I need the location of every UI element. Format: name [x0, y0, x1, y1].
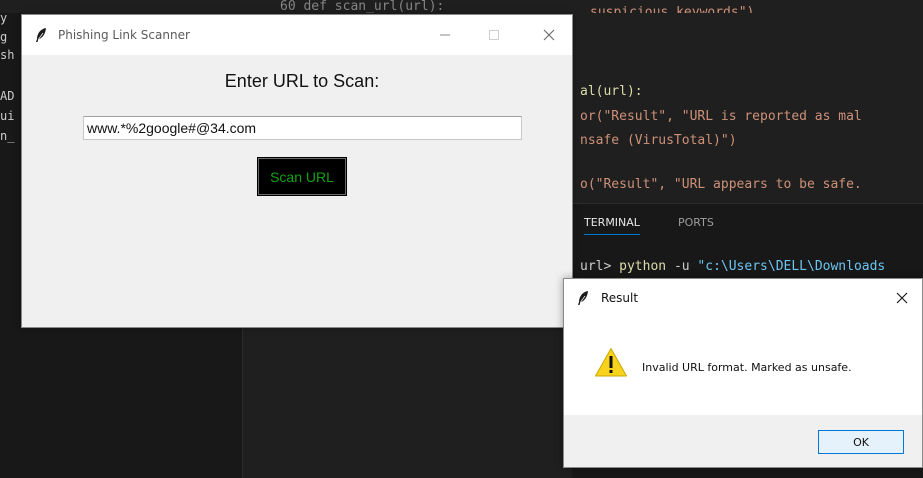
editor-code-fragment: 60 def scan_url(url): [280, 0, 445, 13]
ok-button[interactable]: OK [818, 430, 904, 454]
editor-top-strip: 60 def scan_url(url): suspicious_keyword… [0, 0, 923, 20]
dialog-close-button[interactable] [882, 279, 922, 317]
terminal-flag: -u [673, 259, 690, 274]
code-view: al(url): or("Result", "URL is reported a… [572, 13, 923, 203]
close-icon [543, 29, 555, 41]
code-text: or("Result", "URL is reported as mal [580, 109, 862, 124]
close-icon [896, 292, 908, 304]
dialog-message: Invalid URL format. Marked as unsafe. [642, 361, 852, 374]
code-line: al(url): [580, 83, 643, 101]
tab-ports[interactable]: PORTS [678, 216, 714, 229]
sidebar-text: n_ [0, 129, 15, 143]
code-line: or("Result", "URL is reported as mal [580, 108, 862, 126]
terminal-command: python [619, 259, 667, 274]
window-title: Phishing Link Scanner [58, 28, 190, 42]
dialog-titlebar[interactable]: Result [564, 279, 922, 317]
url-input[interactable] [83, 116, 522, 140]
close-button[interactable] [526, 15, 572, 55]
explorer-sidebar-bottom [0, 328, 243, 478]
tab-terminal[interactable]: TERMINAL [584, 216, 640, 235]
maximize-button[interactable] [471, 15, 517, 55]
terminal-prompt: url> [580, 259, 612, 274]
sidebar-text: g [0, 30, 8, 44]
sidebar-text: AD [0, 89, 15, 103]
code-line: nsafe (VirusTotal)") [580, 132, 737, 150]
sidebar-text: y [0, 11, 8, 25]
url-prompt-label: Enter URL to Scan: [224, 71, 380, 91]
code-text: al(url): [580, 84, 643, 99]
result-dialog: Result Invalid URL format. Marked as uns… [563, 278, 923, 468]
window-titlebar[interactable]: Phishing Link Scanner [22, 15, 572, 55]
minimize-icon [440, 34, 450, 36]
feather-icon [36, 28, 46, 42]
warning-icon [595, 348, 627, 377]
sidebar-text: ui [0, 109, 15, 123]
code-text: o("Result", "URL appears to be safe. [580, 177, 862, 192]
maximize-icon [489, 30, 499, 40]
sidebar-text: sh [0, 48, 15, 62]
code-line: o("Result", "URL appears to be safe. [580, 176, 862, 194]
explorer-sidebar: y g sh AD ui n_ [0, 11, 22, 330]
terminal-path: "c:\Users\DELL\Downloads [697, 259, 886, 274]
dialog-title: Result [601, 291, 639, 305]
panel-tab-bar: TERMINAL PORTS [572, 203, 923, 239]
minimize-button[interactable] [422, 15, 468, 55]
scan-url-button[interactable]: Scan URL [257, 157, 347, 196]
dialog-footer: OK [564, 415, 922, 467]
phishing-scanner-window: Phishing Link Scanner Enter URL to Scan:… [21, 14, 573, 328]
terminal-line: url> python -u "c:\Users\DELL\Downloads [580, 259, 885, 274]
feather-icon [578, 291, 588, 305]
code-text: nsafe (VirusTotal)") [580, 133, 737, 148]
